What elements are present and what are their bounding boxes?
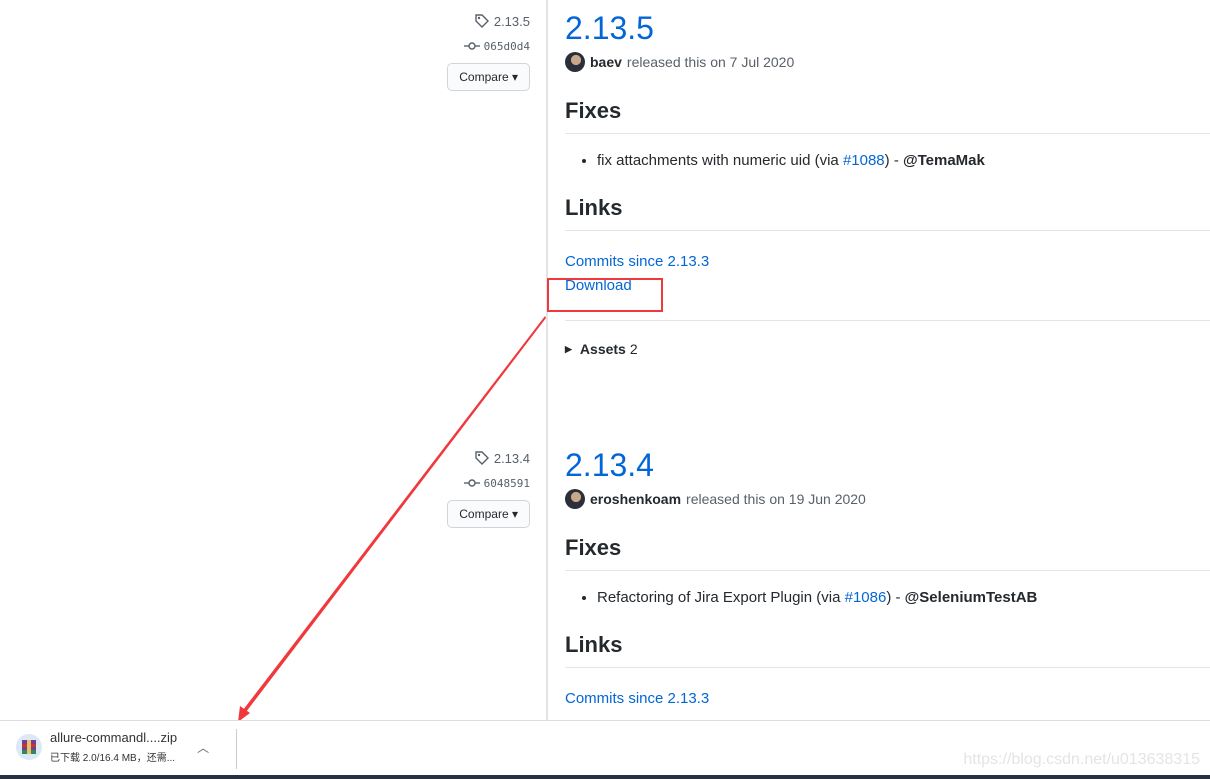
- watermark: https://blog.csdn.net/u013638315: [963, 751, 1200, 768]
- annotation-arrow: [238, 316, 546, 722]
- download-shelf: allure-commandl....zip 已下载 2.0/16.4 MB，还…: [0, 720, 1210, 775]
- download-item[interactable]: allure-commandl....zip 已下载 2.0/16.4 MB，还…: [16, 730, 209, 764]
- download-status: 已下载 2.0/16.4 MB，还需...: [50, 753, 176, 764]
- chevron-up-icon[interactable]: ︿: [197, 739, 209, 756]
- archive-file-icon: [16, 734, 42, 760]
- taskbar-strip: [0, 775, 1210, 779]
- download-filename: allure-commandl....zip: [50, 730, 178, 745]
- divider: [236, 729, 237, 769]
